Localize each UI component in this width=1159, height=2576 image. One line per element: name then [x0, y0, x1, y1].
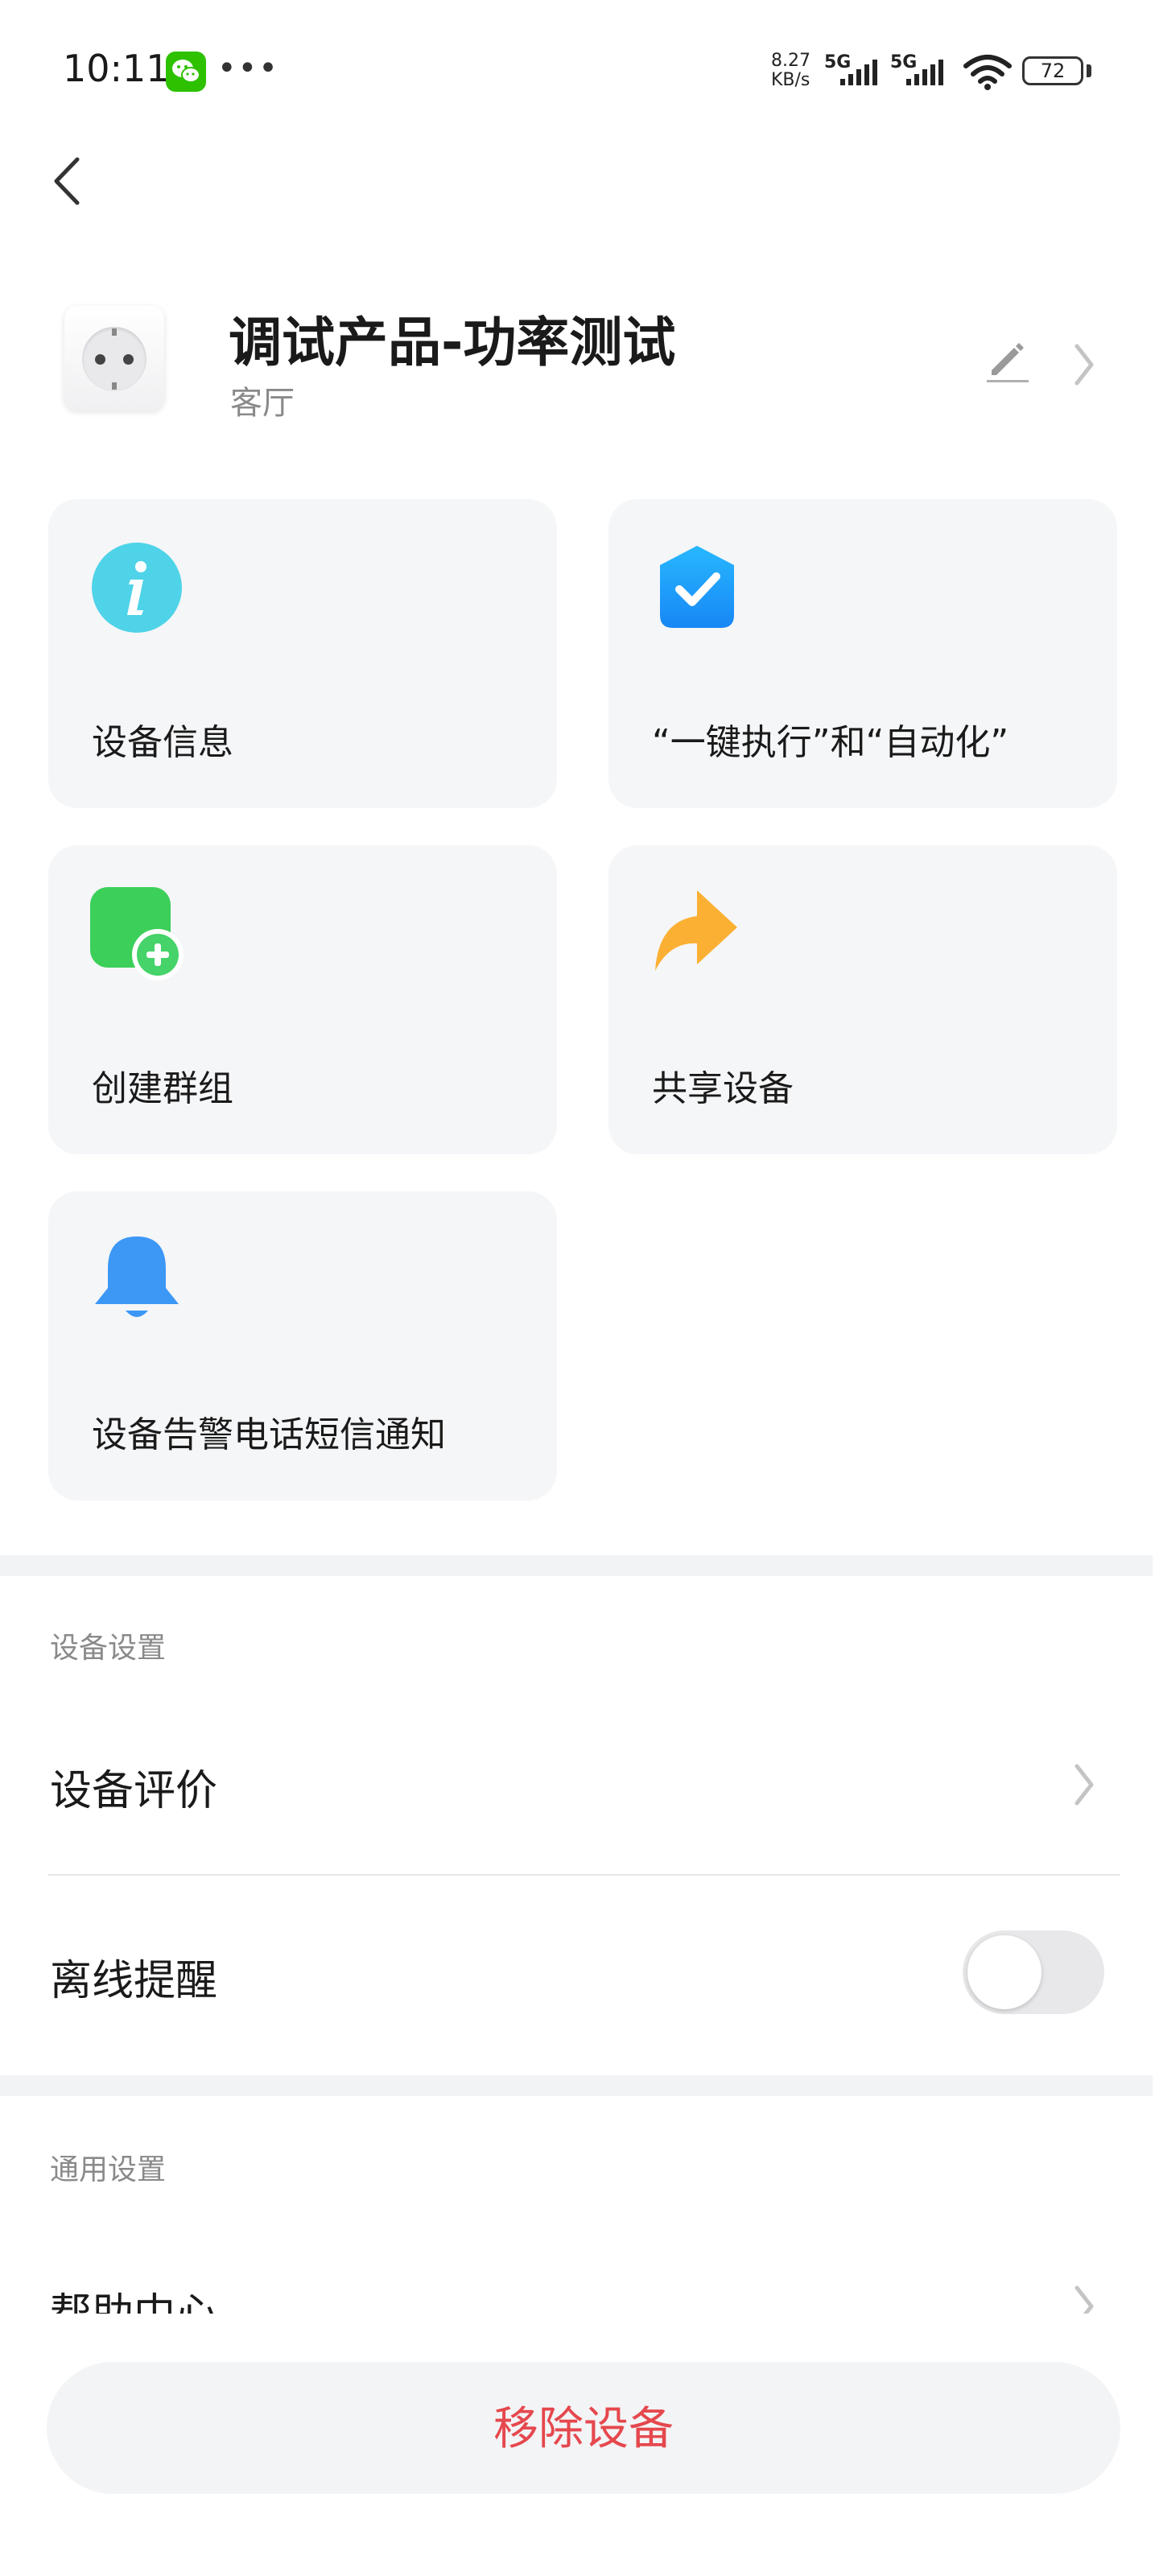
- chevron-left-icon: [54, 157, 80, 205]
- row-divider: [48, 1874, 1120, 1876]
- device-room: 客厅: [230, 385, 295, 422]
- device-name: 调试产品-功率测试: [229, 312, 676, 374]
- wifi-icon: [963, 55, 1012, 90]
- network-speed: 8.27 KB/s: [771, 52, 823, 90]
- create-group-icon: [90, 887, 184, 980]
- signal-1-label: 5G: [824, 52, 851, 72]
- section-title-general-settings: 通用设置: [50, 2153, 167, 2186]
- status-time: 10:11: [63, 47, 170, 90]
- bell-icon: [95, 1236, 179, 1317]
- chevron-right-icon: [1074, 2285, 1094, 2314]
- network-speed-unit: KB/s: [771, 70, 810, 90]
- card-label: “一键执行”和“自动化”: [652, 722, 1009, 763]
- signal-2-label: 5G: [890, 52, 917, 72]
- check-shield-icon: [660, 546, 734, 628]
- section-divider: [0, 2075, 1153, 2096]
- share-icon: [655, 890, 737, 971]
- section-title-device-settings: 设备设置: [50, 1632, 167, 1665]
- smart-plug-icon: [82, 327, 146, 391]
- chevron-right-icon[interactable]: [1067, 1757, 1099, 1813]
- card-label: 共享设备: [652, 1068, 794, 1109]
- more-notifications-icon: •••: [217, 50, 279, 87]
- chevron-right-icon[interactable]: [1067, 336, 1099, 393]
- remove-device-button[interactable]: 移除设备: [47, 2362, 1120, 2494]
- help-center-row[interactable]: 帮助中心: [0, 2246, 1159, 2314]
- card-label: 设备信息: [92, 722, 233, 763]
- card-alarm-notification[interactable]: 设备告警电话短信通知: [48, 1191, 557, 1501]
- pencil-icon: [987, 343, 1029, 382]
- battery-tip: [1087, 64, 1091, 77]
- info-icon: [92, 543, 182, 633]
- help-center-label: 帮助中心: [50, 2280, 217, 2314]
- cellular-signal-2-icon: 5G: [890, 52, 943, 85]
- card-share-device[interactable]: 共享设备: [608, 845, 1117, 1154]
- toggle-knob: [967, 1935, 1041, 2009]
- device-thumbnail: [64, 306, 164, 411]
- section-divider: [0, 1555, 1153, 1576]
- card-create-group[interactable]: 创建群组: [48, 845, 557, 1154]
- back-button[interactable]: [45, 145, 93, 217]
- offline-alert-row: 离线提醒: [50, 1957, 218, 2005]
- device-rating-row[interactable]: 设备评价: [50, 1757, 217, 1817]
- edit-name-button[interactable]: [980, 335, 1032, 386]
- card-label: 设备告警电话短信通知: [92, 1414, 446, 1455]
- wechat-notification-icon: [166, 52, 206, 92]
- status-bar: 10:11 ••• 8.27 KB/s 5G 5G 72: [0, 0, 1159, 145]
- card-label: 创建群组: [92, 1068, 233, 1109]
- network-speed-value: 8.27: [771, 51, 810, 71]
- card-device-info[interactable]: 设备信息: [48, 499, 557, 808]
- battery-icon: 72: [1022, 56, 1083, 85]
- offline-alert-toggle[interactable]: [963, 1930, 1104, 2014]
- cellular-signal-icon: 5G: [824, 52, 877, 85]
- card-scenes-automation[interactable]: “一键执行”和“自动化”: [608, 499, 1117, 808]
